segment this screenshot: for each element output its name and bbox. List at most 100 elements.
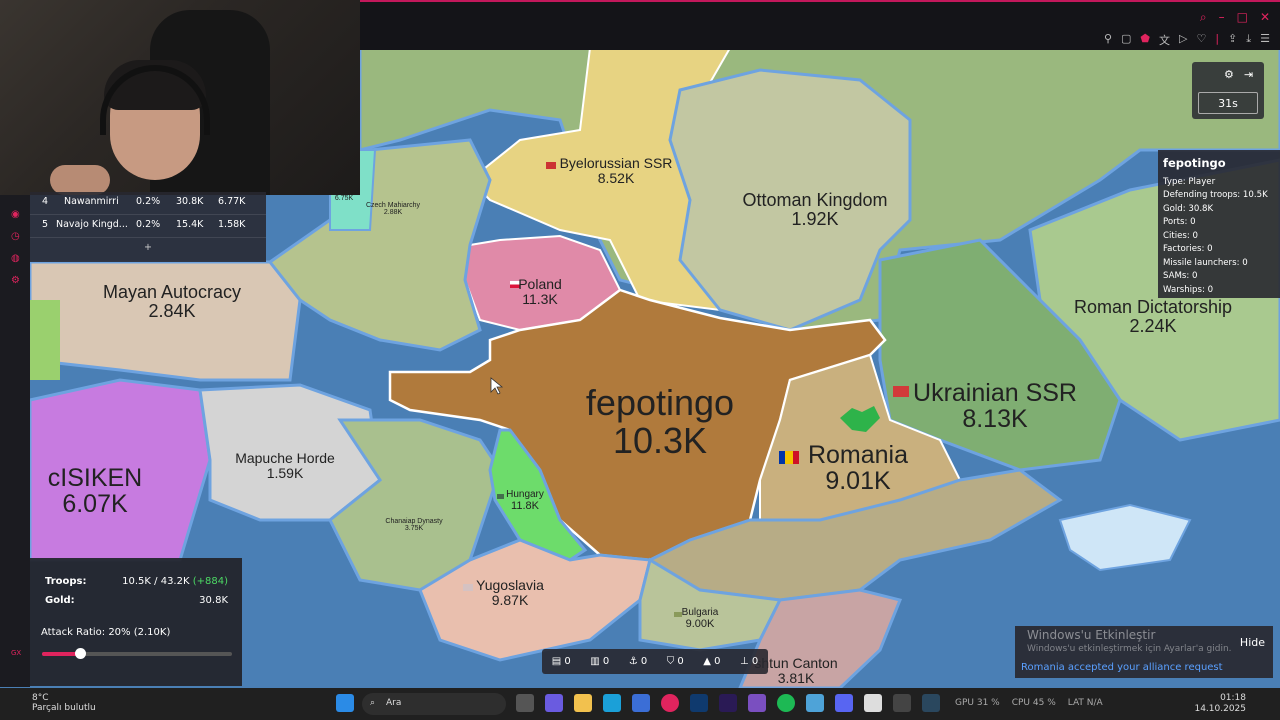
troops: 30.8K (176, 196, 204, 207)
hide-button[interactable]: Hide (1240, 636, 1265, 649)
record-icon[interactable]: ◉ (11, 209, 20, 220)
build-sam[interactable]: ⊥ 0 (740, 656, 758, 667)
region-name: Czech Mahiarchy (365, 202, 421, 209)
settings-icon[interactable]: ⚙ (11, 275, 20, 286)
clock[interactable]: 01:18 14.10.2025 (1194, 693, 1246, 715)
edge-icon[interactable] (603, 694, 621, 712)
pin-icon[interactable]: ⚲ (1104, 32, 1112, 48)
region-label: Roman Dictatorship 2.24K (1074, 298, 1232, 336)
info-line: Factories: 0 (1163, 244, 1213, 254)
troops: 15.4K (176, 219, 204, 230)
separator: | (1215, 32, 1220, 45)
app-icon[interactable] (864, 694, 882, 712)
sam-icon: ⊥ (739, 656, 749, 667)
notification-panel: Windows'u Etkinleştir Windows'u etkinleş… (1015, 626, 1273, 678)
city-icon: ▤ (551, 656, 562, 667)
discord-icon[interactable] (835, 694, 853, 712)
build-city[interactable]: ▤ 0 (552, 656, 571, 667)
info-line: Type: Player (1163, 176, 1216, 187)
region-label: Romania 9.01K (808, 442, 908, 495)
gpu-usage: GPU 31 % (955, 698, 1000, 708)
photoshop-icon[interactable] (690, 694, 708, 712)
build-port[interactable]: ⚓ 0 (629, 656, 648, 667)
chat-icon[interactable]: ◍ (11, 253, 20, 264)
factory-icon: ▥ (590, 656, 600, 667)
taskbar-search[interactable]: ⌕ Ara (362, 693, 506, 715)
obs-icon[interactable] (893, 694, 911, 712)
weather-widget[interactable]: 8°C Parçalı bulutlu (8, 693, 96, 713)
search-icon: ⌕ (370, 698, 376, 708)
leaderboard-expand-button[interactable]: + (30, 242, 266, 253)
close-icon[interactable]: ✕ (1260, 10, 1270, 25)
leaderboard-row[interactable]: 5 Navajo Kingd... 0.2% 15.4K 1.58K (30, 215, 266, 238)
vs-icon[interactable] (748, 694, 766, 712)
region-name: Roman Dictatorship (1073, 297, 1233, 317)
minimize-icon[interactable]: – (1219, 10, 1225, 25)
gold: 1.58K (218, 219, 246, 230)
exit-icon[interactable]: ⇥ (1244, 68, 1253, 81)
settings-app-icon[interactable] (806, 694, 824, 712)
opera-gx-icon[interactable] (661, 694, 679, 712)
missile-count: 0 (714, 656, 721, 667)
search-icon[interactable]: ⌕ (1200, 10, 1207, 25)
region-value: 6.75K (334, 195, 354, 202)
region-name: Yugoslavia (476, 577, 544, 593)
time: 01:18 (1220, 693, 1246, 703)
menu-icon[interactable]: ☰ (1260, 32, 1270, 48)
translate-icon[interactable]: 文 (1159, 32, 1170, 48)
weather-text: Parçalı bulutlu (32, 703, 96, 713)
latency: LAT N/A (1067, 698, 1103, 708)
player-name: Nawanmirri (64, 196, 119, 207)
leaderboard-row[interactable]: 4 Nawanmirri 0.2% 30.8K 6.77K (30, 192, 266, 215)
build-bar: ▤ 0 ▥ 0 ⚓ 0 ⛉ 0 ▲ 0 ⊥ 0 (542, 649, 768, 674)
yugoslavia-flag-icon (463, 584, 473, 591)
region-value: 9.87K (491, 591, 529, 608)
maximize-icon[interactable]: □ (1237, 10, 1248, 25)
region-label: Mapuche Horde 1.59K (235, 451, 335, 480)
heart-icon[interactable]: ♡ (1196, 32, 1206, 48)
gx-icon[interactable]: GX (11, 649, 21, 657)
region-name: Mapuche Horde (235, 450, 335, 466)
region-value: 3.75K (404, 525, 424, 533)
attack-ratio-slider[interactable] (42, 648, 232, 659)
build-factory[interactable]: ▥ 0 (590, 656, 609, 667)
copilot-icon[interactable] (545, 694, 563, 712)
file-explorer-icon[interactable] (574, 694, 592, 712)
gear-icon[interactable]: ⚙ (1224, 68, 1234, 81)
premiere-icon[interactable] (719, 694, 737, 712)
region-value: 2.88K (383, 209, 403, 217)
download-icon[interactable]: ⤓ (1246, 32, 1251, 48)
player-info-name: fepotingo (1163, 156, 1226, 170)
timer-panel: ⚙ ⇥ 31s (1192, 62, 1264, 119)
store-icon[interactable] (632, 694, 650, 712)
region-name: Mayan Autocracy (102, 282, 242, 302)
windows-start-icon[interactable] (336, 694, 354, 712)
attack-ratio-knob[interactable] (75, 648, 86, 659)
city-count: 0 (564, 656, 571, 667)
windows-taskbar: 8°C Parçalı bulutlu ⌕ Ara GPU 31 % CPU 4… (0, 688, 1280, 720)
tab-icon[interactable]: ▢ (1121, 32, 1131, 48)
player-name: Navajo Kingd... (56, 219, 128, 230)
share-icon[interactable]: ⇪ (1228, 32, 1237, 48)
region-value: 2.84K (148, 300, 196, 321)
build-defense[interactable]: ⛉ 0 (667, 656, 684, 667)
shield-icon[interactable]: ⬟ (1140, 32, 1150, 48)
steam-icon[interactable] (922, 694, 940, 712)
region-value: 8.52K (597, 169, 635, 186)
region-name: Byelorussian SSR (559, 155, 673, 171)
region-value: 1.92K (791, 208, 839, 229)
region-name: Hungary (506, 489, 544, 500)
spotify-icon[interactable] (777, 694, 795, 712)
region-label: Poland 11.3K (518, 277, 562, 306)
region-value: 9.00K (685, 617, 715, 630)
task-view-icon[interactable] (516, 694, 534, 712)
byelorussian-flag-icon (546, 162, 556, 169)
region-label: Chanaiap Dynasty 3.75K (385, 518, 442, 533)
region-label: fepotingo 10.3K (586, 384, 734, 460)
build-missile[interactable]: ▲ 0 (703, 656, 720, 667)
play-icon[interactable]: ▷ (1179, 32, 1187, 48)
weather-temp: 8°C (32, 693, 49, 703)
clock-icon[interactable]: ◷ (11, 231, 20, 242)
rank: 5 (42, 219, 49, 230)
region-label: Ottoman Kingdom 1.92K (742, 191, 887, 229)
